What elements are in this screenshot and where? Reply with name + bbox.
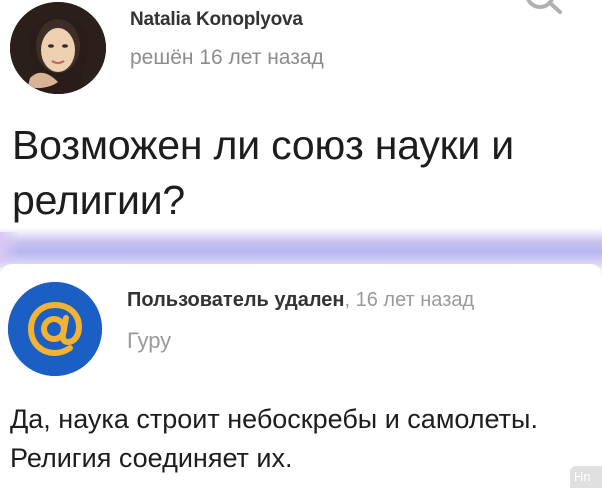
answer-author-name[interactable]: Пользователь удален xyxy=(127,289,344,311)
answer-author-rank: Гуру xyxy=(127,328,172,353)
at-sign-icon xyxy=(8,282,102,376)
search-icon[interactable] xyxy=(520,0,566,26)
question-title: Возможен ли союз науки и религии? xyxy=(12,122,515,223)
answer-author-line: Пользователь удален, 16 лет назад xyxy=(127,289,474,312)
question-status: решён 16 лет назад xyxy=(130,46,324,69)
answer-author-avatar[interactable] xyxy=(8,282,102,376)
author-avatar[interactable] xyxy=(10,2,106,94)
divider-accent xyxy=(0,232,20,262)
corner-badge: Hn xyxy=(570,466,602,488)
avatar-photo xyxy=(10,2,106,94)
author-name[interactable]: Natalia Konoplyova xyxy=(130,9,303,31)
section-divider xyxy=(0,228,602,268)
answer-text: Да, наука строит небоскребы и самолеты. … xyxy=(10,404,538,473)
answer-time: , 16 лет назад xyxy=(344,289,475,311)
